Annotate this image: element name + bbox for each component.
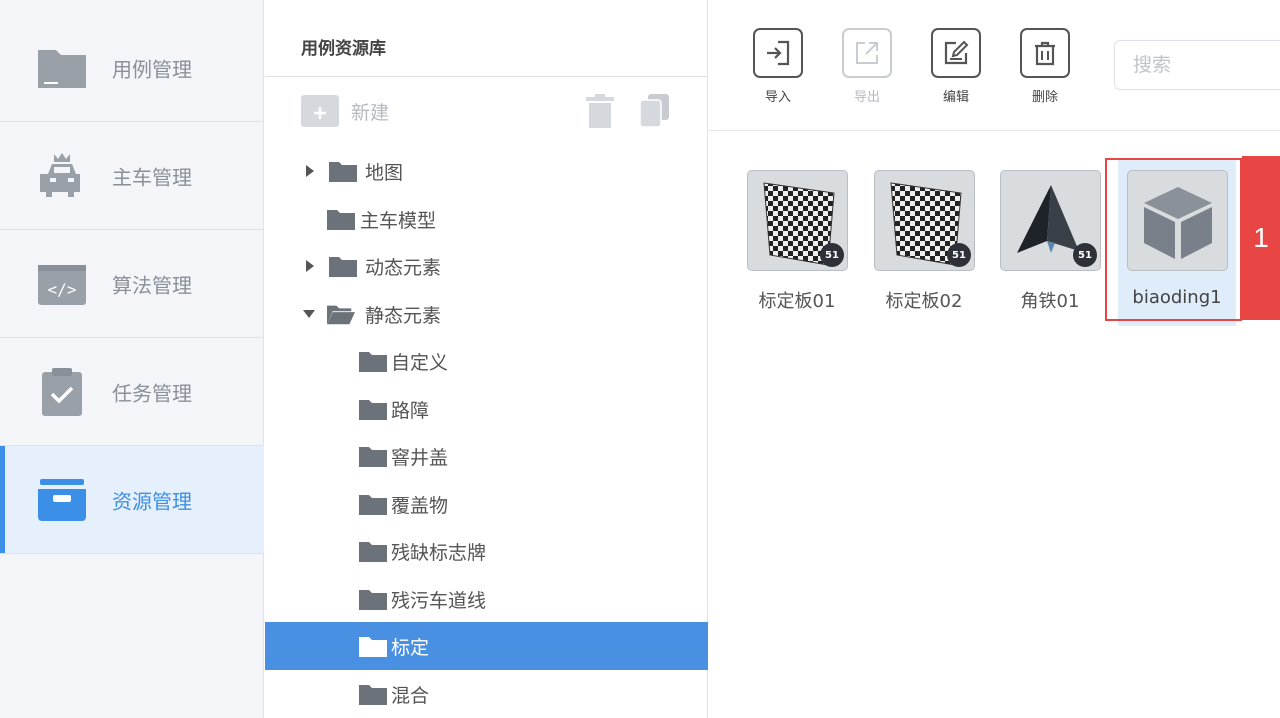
tree-node-covering[interactable]: 覆盖物 <box>265 480 708 528</box>
folder-icon <box>359 685 387 705</box>
tree-node-map[interactable]: 地图 <box>265 147 708 195</box>
asset-tile[interactable]: 51 标定板02 <box>865 160 983 326</box>
folder-icon <box>327 210 355 230</box>
tree-node-dirty-lane[interactable]: 残污车道线 <box>265 575 708 623</box>
nav-label: 算法管理 <box>112 273 192 297</box>
tree-node-mixed[interactable]: 混合 <box>265 670 708 718</box>
tree-node-label: 覆盖物 <box>391 494 449 517</box>
task-icon <box>36 367 88 417</box>
nav-item-algorithm-management[interactable]: </> 算法管理 <box>0 230 264 338</box>
folder-icon <box>329 257 357 277</box>
nav-label: 资源管理 <box>112 489 192 513</box>
nav-item-resource-management[interactable]: 资源管理 <box>0 446 264 554</box>
car-icon <box>36 151 88 201</box>
folder-icon <box>359 542 387 562</box>
folder-icon <box>359 352 387 372</box>
resource-badge: 51 <box>820 243 844 267</box>
import-label: 导入 <box>764 90 791 105</box>
edit-label: 编辑 <box>942 90 969 105</box>
left-nav: 用例管理 主车管理 </> 算法管理 任务管理 资源管理 <box>0 0 264 718</box>
tree-node-manhole-cover[interactable]: 窨井盖 <box>265 432 708 480</box>
tree-node-label: 自定义 <box>391 351 449 374</box>
drawer-icon <box>36 475 88 525</box>
new-folder-label: 新建 <box>351 101 390 124</box>
folder-icon <box>359 495 387 515</box>
nav-item-vehicle-management[interactable]: 主车管理 <box>0 122 264 230</box>
tree-node-label: 地图 <box>365 161 404 184</box>
nav-label: 用例管理 <box>112 57 192 81</box>
export-label: 导出 <box>853 90 880 105</box>
tree-node-roadblock[interactable]: 路障 <box>265 385 708 433</box>
delete-label: 删除 <box>1031 90 1058 105</box>
nav-label: 任务管理 <box>112 381 192 405</box>
delete-button[interactable]: 删除 <box>1019 28 1071 105</box>
folder-open-icon <box>327 305 355 325</box>
tree-node-static-elements[interactable]: 静态元素 <box>265 290 708 338</box>
tree-node-damaged-sign[interactable]: 残缺标志牌 <box>265 527 708 575</box>
caret-right-icon[interactable] <box>303 259 317 273</box>
resource-badge: 51 <box>947 243 971 267</box>
tree-node-label: 静态元素 <box>365 304 442 327</box>
tree-title: 用例资源库 <box>301 39 386 59</box>
edit-icon <box>931 28 981 78</box>
asset-label: 角铁01 <box>1020 291 1080 312</box>
tree-node-label: 混合 <box>391 684 430 707</box>
caret-right-icon[interactable] <box>303 164 317 178</box>
asset-label: biaoding1 <box>1132 287 1222 308</box>
step-number-badge: 1 <box>1242 156 1280 320</box>
import-button[interactable]: 导入 <box>752 28 804 105</box>
export-button[interactable]: 导出 <box>841 28 893 105</box>
tree-node-label: 残缺标志牌 <box>391 541 487 564</box>
import-icon <box>753 28 803 78</box>
folder-icon <box>359 590 387 610</box>
export-icon <box>842 28 892 78</box>
nav-item-case-management[interactable]: 用例管理 <box>0 14 264 122</box>
tree-node-vehicle-model[interactable]: 主车模型 <box>265 195 708 243</box>
tree-node-label: 路障 <box>391 399 430 422</box>
tree-node-calibration[interactable]: 标定 <box>265 622 708 670</box>
trash-icon[interactable] <box>583 93 617 129</box>
tree-node-label: 残污车道线 <box>391 589 487 612</box>
tree-toolbar: 新建 <box>265 77 708 141</box>
asset-tile[interactable]: 51 角铁01 <box>991 160 1109 326</box>
pyramid-thumbnail: 51 <box>1000 170 1101 271</box>
tree-node-custom[interactable]: 自定义 <box>265 337 708 385</box>
edit-button[interactable]: 编辑 <box>930 28 982 105</box>
folder-icon <box>359 400 387 420</box>
checkerboard-thumbnail: 51 <box>874 170 975 271</box>
add-folder-icon <box>301 95 339 127</box>
asset-label: 标定板01 <box>758 291 836 312</box>
caret-down-icon[interactable] <box>302 307 316 321</box>
resource-tree-panel: 用例资源库 新建 地图 主车模型 动态元素 静态元素 自定义 路障 窨井盖 覆盖… <box>265 0 708 718</box>
svg-text:</>: </> <box>48 280 77 299</box>
resource-badge: 51 <box>1073 243 1097 267</box>
search-input[interactable] <box>1114 40 1280 90</box>
nav-label: 主车管理 <box>112 165 192 189</box>
folder-icon <box>359 637 387 657</box>
code-icon: </> <box>36 259 88 309</box>
divider <box>709 130 1280 131</box>
new-folder-button[interactable]: 新建 <box>301 95 389 127</box>
asset-label: 标定板02 <box>885 291 963 312</box>
tree-node-label: 标定 <box>391 636 430 659</box>
tree-node-label: 窨井盖 <box>391 446 449 469</box>
content-area: 导入 导出 编辑 删除 51 标定板01 <box>709 0 1280 718</box>
folder-icon <box>329 162 357 182</box>
nav-item-task-management[interactable]: 任务管理 <box>0 338 264 446</box>
cube-thumbnail <box>1127 170 1228 271</box>
asset-tile[interactable]: 51 标定板01 <box>738 160 856 326</box>
tree-node-label: 主车模型 <box>360 209 437 232</box>
checkerboard-thumbnail: 51 <box>747 170 848 271</box>
asset-tile-selected[interactable]: biaoding1 <box>1118 160 1236 326</box>
tree-node-dynamic-elements[interactable]: 动态元素 <box>265 242 708 290</box>
folder-icon <box>359 447 387 467</box>
delete-icon <box>1020 28 1070 78</box>
tree-node-label: 动态元素 <box>365 256 442 279</box>
copy-icon[interactable] <box>637 93 671 129</box>
folder-icon <box>36 43 88 93</box>
